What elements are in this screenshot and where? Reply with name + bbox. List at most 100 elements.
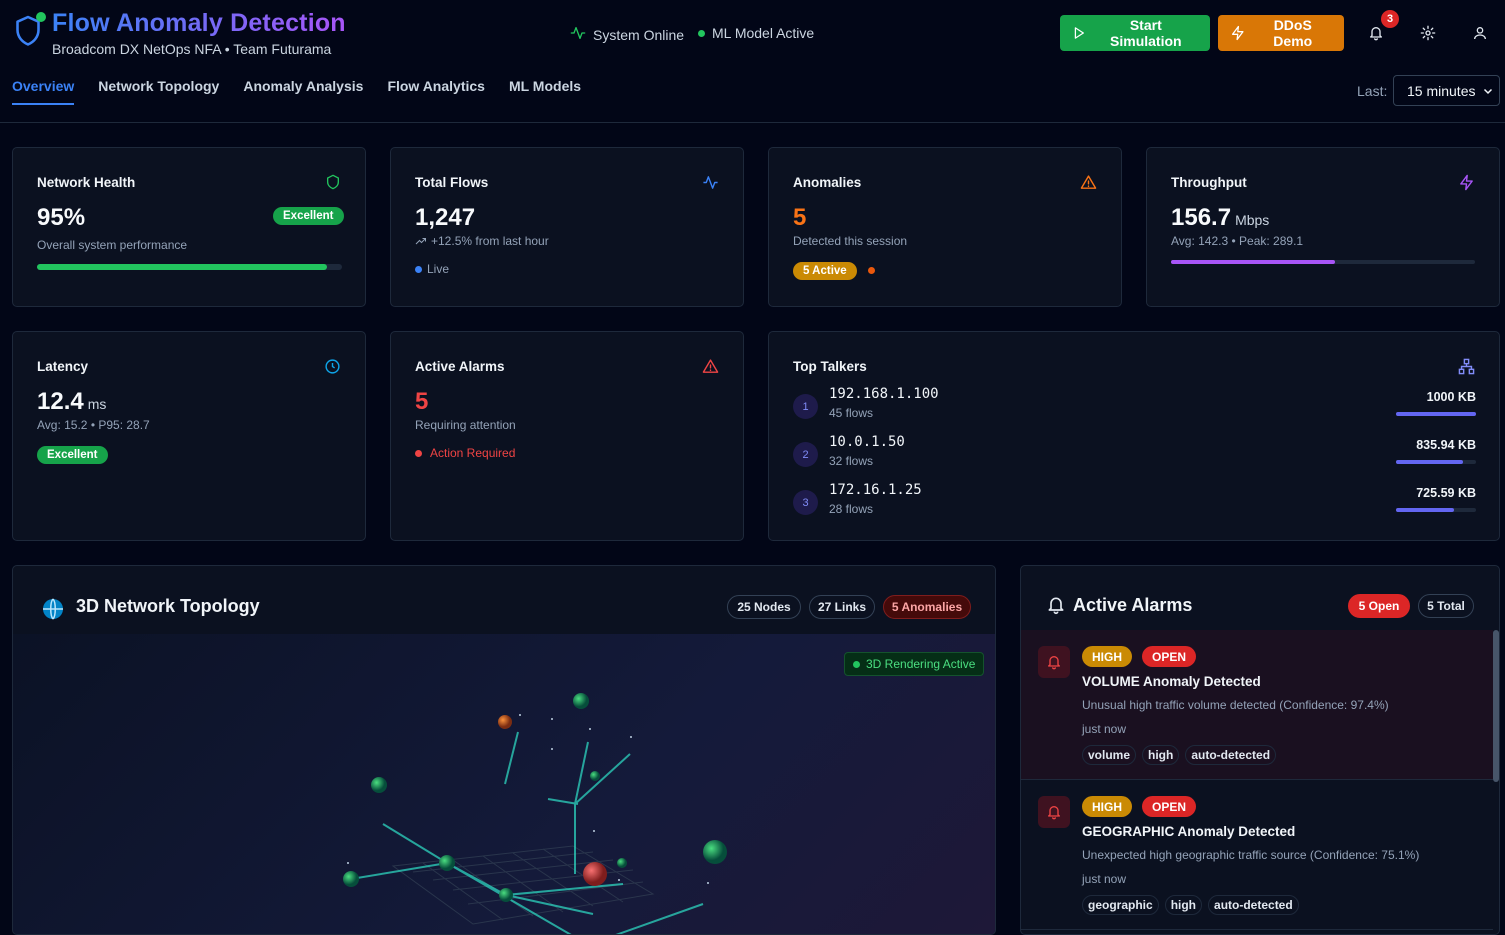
tab-overview[interactable]: Overview	[12, 78, 75, 105]
latency-badge: Excellent	[37, 446, 108, 464]
pulse-dot	[868, 267, 875, 274]
topology-node[interactable]	[617, 858, 627, 868]
zap-icon	[1458, 174, 1475, 196]
topology-node[interactable]	[573, 693, 589, 709]
throughput-card: Throughput 156.7 Mbps Avg: 142.3 • Peak: …	[1146, 147, 1500, 307]
topology-panel: 3D Network Topology 25 Nodes 27 Links 5 …	[12, 565, 996, 935]
talker-ip: 172.16.1.25	[829, 482, 922, 498]
talker-share-bar	[1396, 460, 1476, 464]
tab-network-topology[interactable]: Network Topology	[98, 78, 219, 105]
network-icon	[1458, 358, 1475, 380]
alarm-title: VOLUME Anomaly Detected	[1082, 674, 1261, 689]
live-indicator: Live	[415, 262, 449, 276]
alarm-description: Unusual high traffic volume detected (Co…	[1082, 698, 1389, 712]
throughput-desc: Avg: 142.3 • Peak: 289.1	[1171, 234, 1304, 248]
anomaly-node[interactable]	[583, 862, 607, 886]
trending-up-icon	[415, 238, 426, 245]
topology-node[interactable]	[371, 777, 387, 793]
topology-node[interactable]	[499, 888, 513, 902]
top-talker-row[interactable]: 1 192.168.1.100 45 flows 1000 KB	[793, 386, 1476, 426]
topology-node[interactable]	[343, 871, 359, 887]
alarm-item[interactable]: HIGH OPEN VOLUME Anomaly Detected Unusual h…	[1021, 630, 1493, 780]
health-desc: Overall system performance	[37, 238, 188, 252]
anomalies-count-chip: 5 Anomalies	[883, 595, 971, 619]
topology-node[interactable]	[498, 715, 512, 729]
anomalies-card: Anomalies 5 Detected this session 5 Acti…	[768, 147, 1122, 307]
gear-icon[interactable]	[1418, 23, 1438, 43]
user-icon[interactable]	[1470, 23, 1490, 43]
tab-anomaly-analysis[interactable]: Anomaly Analysis	[243, 78, 363, 105]
anomalies-desc: Detected this session	[793, 234, 908, 248]
open-count-badge: 5 Open	[1348, 594, 1410, 618]
ddos-demo-button[interactable]: DDoS Demo	[1218, 15, 1344, 51]
action-required: Action Required	[415, 446, 515, 460]
alarms-desc: Requiring attention	[415, 418, 516, 432]
topology-title: 3D Network Topology	[76, 596, 260, 616]
latency-card: Latency 12.4 ms Avg: 15.2 • P95: 28.7 Exc…	[12, 331, 366, 541]
nav-tabs: Overview Network Topology Anomaly Analys…	[12, 78, 581, 105]
topology-scene	[343, 693, 727, 934]
alarm-tags: volume high auto-detected	[1082, 745, 1277, 765]
clock-icon	[324, 358, 341, 380]
throughput-value: 156.7 Mbps	[1171, 204, 1270, 231]
top-talker-row[interactable]: 2 10.0.1.50 32 flows 835.94 KB	[793, 434, 1476, 474]
activity-icon	[702, 174, 719, 196]
ml-status: ML Model Active	[698, 25, 814, 41]
bell-icon	[1038, 796, 1070, 828]
total-count-badge: 5 Total	[1418, 594, 1474, 618]
throughput-progress	[1171, 260, 1475, 264]
system-status: System Online	[570, 25, 684, 44]
app-title: Flow Anomaly Detection	[52, 9, 346, 37]
latency-value: 12.4 ms	[37, 388, 107, 415]
severity-badge: HIGH	[1082, 646, 1132, 667]
card-title: Throughput	[1171, 175, 1247, 190]
alarm-tag: volume	[1082, 745, 1137, 765]
flows-value: 1,247	[415, 204, 476, 231]
live-dot	[415, 265, 422, 273]
topology-links	[350, 731, 704, 934]
tab-flow-analytics[interactable]: Flow Analytics	[387, 78, 485, 105]
bell-icon	[1038, 646, 1070, 678]
play-icon	[1074, 27, 1084, 39]
nodes-count-chip: 25 Nodes	[727, 595, 801, 619]
zap-icon	[1231, 25, 1244, 41]
topology-3d-canvas[interactable]	[13, 634, 995, 934]
chevron-down-icon	[1483, 88, 1493, 95]
shield-icon	[325, 174, 341, 195]
alarm-tag: high	[1164, 895, 1203, 915]
notification-badge: 3	[1381, 10, 1399, 28]
tab-ml-models[interactable]: ML Models	[509, 78, 581, 105]
anomalies-value: 5	[793, 204, 807, 231]
status-dot	[36, 12, 46, 22]
talker-share-bar	[1396, 508, 1476, 512]
top-talker-row[interactable]: 3 172.16.1.25 28 flows 725.59 KB	[793, 482, 1476, 522]
time-range-select[interactable]: 15 minutes	[1393, 75, 1500, 106]
particles	[347, 714, 709, 884]
system-online-label: System Online	[593, 26, 685, 43]
render-status-dot	[853, 660, 860, 668]
alarm-time: just now	[1082, 722, 1127, 736]
start-simulation-button[interactable]: Start Simulation	[1060, 15, 1210, 51]
talker-flows: 32 flows	[829, 454, 874, 468]
render-status-badge: 3D Rendering Active	[844, 652, 985, 676]
topology-node[interactable]	[590, 771, 600, 781]
bell-icon[interactable]	[1366, 23, 1386, 43]
alarm-tag: high	[1142, 745, 1180, 765]
alert-dot	[415, 449, 422, 457]
rank-badge: 2	[793, 442, 818, 467]
card-title: Anomalies	[793, 175, 862, 190]
topology-node[interactable]	[703, 840, 727, 864]
health-progress	[37, 264, 342, 270]
activity-icon	[570, 25, 586, 44]
talker-flows: 45 flows	[829, 406, 874, 420]
anomalies-active-badge: 5 Active	[793, 262, 857, 280]
talker-bytes: 1000 KB	[1426, 390, 1476, 404]
card-title: Network Health	[37, 175, 136, 190]
alarms-scrollbar[interactable]	[1493, 630, 1499, 782]
health-badge: Excellent	[273, 207, 344, 225]
alarm-tags: geographic high auto-detected	[1082, 895, 1299, 915]
topology-node[interactable]	[439, 855, 455, 871]
state-badge: OPEN	[1142, 796, 1197, 817]
alarm-item[interactable]: HIGH OPEN GEOGRAPHIC Anomaly Detected Unexp…	[1021, 780, 1493, 930]
alarms-panel-title: Active Alarms	[1073, 595, 1193, 615]
